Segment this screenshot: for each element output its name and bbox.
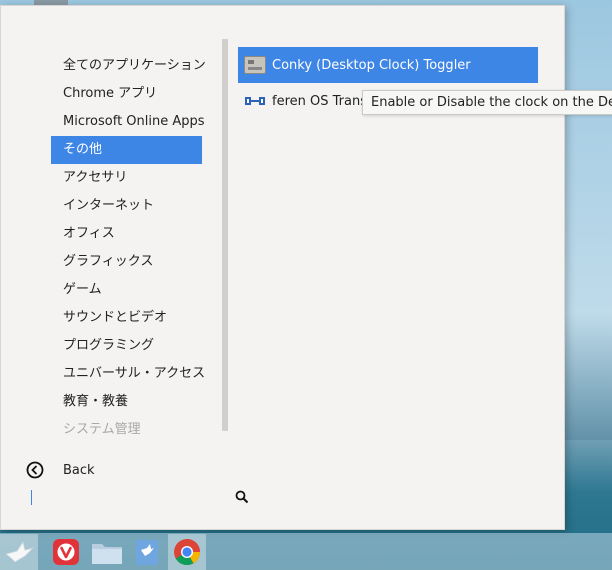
conky-icon	[244, 56, 266, 74]
category-accessories[interactable]: アクセサリ	[51, 164, 202, 192]
category-office[interactable]: オフィス	[51, 220, 202, 248]
dove-menu-icon	[5, 541, 35, 563]
taskbar	[0, 533, 612, 570]
category-games[interactable]: ゲーム	[51, 276, 202, 304]
category-chrome-apps[interactable]: Chrome アプリ	[51, 80, 202, 108]
category-all-applications[interactable]: 全てのアプリケーション	[51, 52, 206, 80]
taskbar-vivaldi-button[interactable]	[47, 534, 85, 570]
text-caret	[31, 490, 32, 505]
app-item-conky-toggler[interactable]: Conky (Desktop Clock) Toggler	[238, 47, 538, 83]
category-list: 全てのアプリケーション Chrome アプリ Microsoft Online …	[51, 52, 206, 444]
category-universal-access[interactable]: ユニバーサル・アクセス	[51, 360, 205, 388]
taskbar-files-button[interactable]	[88, 534, 126, 570]
folder-icon	[92, 544, 122, 564]
category-graphics[interactable]: グラフィックス	[51, 248, 202, 276]
transfer-icon	[244, 92, 266, 110]
chrome-icon	[174, 539, 201, 566]
taskbar-store-button[interactable]	[128, 534, 166, 570]
taskbar-menu-button[interactable]	[0, 534, 38, 570]
category-internet[interactable]: インターネット	[51, 192, 202, 220]
tooltip-text: Enable or Disable the clock on the Deskt…	[371, 95, 612, 110]
search-icon	[235, 490, 249, 504]
category-sound-video[interactable]: サウンドとビデオ	[51, 304, 202, 332]
search-input[interactable]	[29, 488, 249, 508]
back-circle-icon	[26, 461, 44, 479]
category-other[interactable]: その他	[51, 136, 202, 164]
app-label: feren OS Transf	[272, 93, 372, 109]
category-programming[interactable]: プログラミング	[51, 332, 202, 360]
store-icon	[136, 540, 158, 565]
category-system-administration: システム管理	[63, 422, 141, 437]
back-label: Back	[63, 462, 95, 478]
taskbar-chrome-button[interactable]	[168, 534, 206, 570]
category-education[interactable]: 教育・教養	[51, 388, 202, 416]
app-tooltip: Enable or Disable the clock on the Deskt…	[362, 90, 612, 115]
category-scrollbar[interactable]	[222, 39, 228, 431]
category-microsoft-online-apps[interactable]: Microsoft Online Apps	[51, 108, 205, 136]
back-button[interactable]: Back	[26, 459, 95, 481]
application-menu: 全てのアプリケーション Chrome アプリ Microsoft Online …	[0, 5, 565, 530]
app-label: Conky (Desktop Clock) Toggler	[272, 57, 471, 73]
vivaldi-icon	[53, 539, 79, 565]
